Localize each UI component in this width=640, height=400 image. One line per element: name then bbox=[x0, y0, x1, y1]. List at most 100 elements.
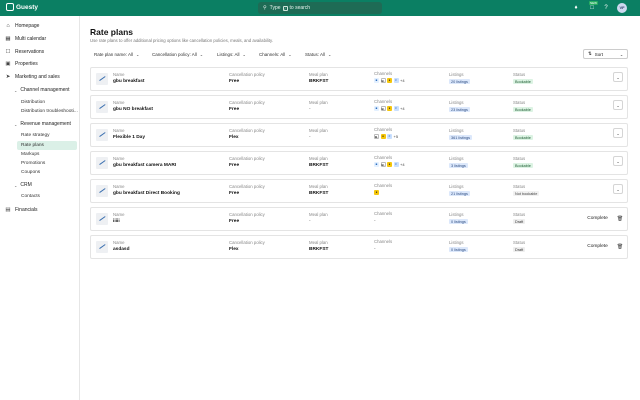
expand-row-button[interactable]: ⌄ bbox=[613, 100, 623, 110]
sidebar-item-rate-plans[interactable]: Rate plans bbox=[17, 141, 77, 150]
channel-logo-icon: ● bbox=[387, 78, 392, 83]
rate-plan-row[interactable]: Name gbu breakfast Cancellation policy Free… bbox=[90, 67, 628, 91]
user-avatar[interactable]: VF bbox=[617, 3, 627, 13]
expand-row-button[interactable]: ⌄ bbox=[613, 72, 623, 82]
status-badge: Draft bbox=[513, 219, 526, 224]
filter-label: Listings: All bbox=[217, 51, 240, 57]
rate-plan-name[interactable]: gbu breakfast Direct Booking bbox=[113, 191, 180, 196]
chat-icon[interactable]: □ bbox=[588, 4, 596, 12]
channel-icons: B. ● ≈ +5 bbox=[374, 134, 398, 139]
rate-plan-name[interactable]: gbu NO breakfast bbox=[113, 107, 153, 112]
channel-logo-icon: ≈ bbox=[393, 78, 399, 83]
channel-icons: ● bbox=[374, 190, 381, 195]
status-label: Status bbox=[513, 72, 526, 77]
app-name: Guesty bbox=[16, 3, 39, 11]
rate-plan-row[interactable]: Name iiiii Cancellation policy Free Meal pla… bbox=[90, 207, 628, 231]
channel-logo-icon: ● bbox=[380, 134, 386, 139]
complete-button[interactable]: Complete bbox=[585, 242, 610, 252]
rate-plan-row[interactable]: Name gbu breakfast camera MARI Cancellatio… bbox=[90, 151, 628, 175]
sort-button[interactable]: ⇅ Sort ⌄ bbox=[583, 49, 628, 59]
rate-plan-row[interactable]: Name Flexible 1 Day Cancellation policy Fle… bbox=[90, 123, 628, 147]
name-label: Name bbox=[113, 240, 125, 245]
rate-plan-name[interactable]: gbu breakfast bbox=[113, 79, 144, 84]
listings-count-badge[interactable]: 361 listings bbox=[449, 135, 472, 140]
search-placeholder-pre: Type bbox=[269, 5, 281, 11]
status-label: Status bbox=[513, 100, 526, 105]
sidebar-item-marketing[interactable]: ➤ Marketing and sales bbox=[5, 74, 60, 80]
status-badge: Bookable bbox=[513, 79, 533, 84]
listings-label: Listings bbox=[449, 240, 464, 245]
rate-plan-name[interactable]: Flexible 1 Day bbox=[113, 135, 145, 140]
filter-listings[interactable]: Listings: All ⌄ bbox=[213, 49, 250, 59]
listings-count-badge[interactable]: 0 listings bbox=[449, 219, 468, 224]
calendar-icon: ▦ bbox=[5, 36, 11, 42]
sidebar-item-reservations[interactable]: ☐ Reservations bbox=[5, 49, 45, 55]
channel-icons: ■ B. ● ≈ +4 bbox=[374, 162, 405, 167]
expand-row-button[interactable]: ⌄ bbox=[613, 156, 623, 166]
sidebar-item-distribution-troubleshooting[interactable]: Distribution troubleshooti... bbox=[21, 109, 78, 114]
sidebar-item-financials[interactable]: ▤ Financials bbox=[5, 207, 37, 213]
sort-icon: ⇅ bbox=[588, 51, 592, 56]
trash-icon[interactable]: 🗑 bbox=[616, 214, 624, 224]
channels-more-count[interactable]: +4 bbox=[400, 78, 405, 83]
listings-count-badge[interactable]: 20 listings bbox=[449, 79, 470, 84]
listings-count-badge[interactable]: 3 listings bbox=[449, 163, 468, 168]
sidebar-item-label: Properties bbox=[15, 61, 38, 67]
sidebar-item-coupons[interactable]: Coupons bbox=[21, 170, 40, 175]
expand-row-button[interactable]: ⌄ bbox=[613, 128, 623, 138]
sidebar-group-crm[interactable]: ⌄ CRM bbox=[14, 182, 32, 188]
filter-channels[interactable]: Channels: All ⌄ bbox=[255, 49, 295, 59]
status-label: Status bbox=[513, 212, 526, 217]
building-icon: ▣ bbox=[5, 61, 11, 67]
bell-icon[interactable]: ♦ bbox=[572, 4, 580, 12]
sidebar-item-homepage[interactable]: ⌂ Homepage bbox=[5, 23, 39, 29]
filter-cancellation-policy[interactable]: Cancellation policy: All ⌄ bbox=[148, 49, 207, 59]
cancellation-policy-label: Cancellation policy bbox=[229, 128, 265, 133]
rate-plan-icon bbox=[96, 213, 108, 225]
channels-more-count[interactable]: +4 bbox=[400, 162, 405, 167]
sidebar-item-properties[interactable]: ▣ Properties bbox=[5, 61, 38, 67]
chevron-down-icon: ⌄ bbox=[619, 52, 623, 57]
filter-status[interactable]: Status: All ⌄ bbox=[301, 49, 335, 59]
rate-plan-row[interactable]: Name asdasd Cancellation policy Flex Meal pl… bbox=[90, 235, 628, 259]
sidebar: ⌂ Homepage ▦ Multi calendar ☐ Reservatio… bbox=[0, 16, 80, 400]
listings-count-badge[interactable]: 0 listings bbox=[449, 247, 468, 252]
rate-plan-name[interactable]: gbu breakfast camera MARI bbox=[113, 163, 176, 168]
sidebar-item-multi-calendar[interactable]: ▦ Multi calendar bbox=[5, 36, 46, 42]
channels-more-count[interactable]: +5 bbox=[394, 134, 399, 139]
rate-plan-row[interactable]: Name gbu breakfast Direct Booking Cancella… bbox=[90, 179, 628, 203]
sidebar-item-markups[interactable]: Markups bbox=[21, 152, 39, 157]
meal-plan-value: - bbox=[309, 107, 311, 112]
rate-plan-name[interactable]: asdasd bbox=[113, 247, 130, 252]
channel-logo-icon: ≈ bbox=[393, 162, 399, 167]
trash-icon[interactable]: 🗑 bbox=[616, 242, 624, 252]
listings-count-badge[interactable]: 23 listings bbox=[449, 107, 470, 112]
sidebar-item-label: Marketing and sales bbox=[15, 74, 60, 80]
name-label: Name bbox=[113, 184, 125, 189]
sidebar-item-contacts[interactable]: Contacts bbox=[21, 194, 40, 199]
cancellation-policy-label: Cancellation policy bbox=[229, 156, 265, 161]
sidebar-group-channel-management[interactable]: ⌄ Channel management bbox=[14, 87, 70, 93]
sidebar-item-promotions[interactable]: Promotions bbox=[21, 161, 45, 166]
listings-count-badge[interactable]: 21 listings bbox=[449, 191, 470, 196]
financials-icon: ▤ bbox=[5, 207, 11, 213]
channels-label: Channels bbox=[374, 239, 393, 244]
cancellation-policy-label: Cancellation policy bbox=[229, 184, 265, 189]
sidebar-item-label: Multi calendar bbox=[15, 36, 47, 42]
complete-button[interactable]: Complete bbox=[585, 214, 610, 224]
expand-row-button[interactable]: ⌄ bbox=[613, 184, 623, 194]
rate-plan-name[interactable]: iiiii bbox=[113, 219, 120, 224]
sidebar-item-rate-strategy[interactable]: Rate strategy bbox=[21, 133, 50, 138]
channel-icons: ■ B. ● ≈ +4 bbox=[374, 106, 405, 111]
rate-plan-row[interactable]: Name gbu NO breakfast Cancellation policy F… bbox=[90, 95, 628, 119]
channels-more-count[interactable]: +4 bbox=[400, 106, 405, 111]
help-icon[interactable]: ? bbox=[602, 4, 610, 12]
rate-plan-icon bbox=[96, 129, 108, 141]
global-search[interactable]: ⚲ Type / to search bbox=[258, 2, 382, 14]
filter-rate-plan-name[interactable]: Rate plan name: All ⌄ bbox=[90, 49, 143, 59]
listings-label: Listings bbox=[449, 184, 464, 189]
top-bar: Guesty ⚲ Type / to search ♦ □ NEW ? VF bbox=[0, 0, 640, 16]
guesty-logo[interactable]: Guesty bbox=[6, 3, 38, 11]
sidebar-item-distribution[interactable]: Distribution bbox=[21, 100, 45, 105]
sidebar-group-revenue-management[interactable]: ⌄ Revenue management bbox=[14, 121, 71, 127]
